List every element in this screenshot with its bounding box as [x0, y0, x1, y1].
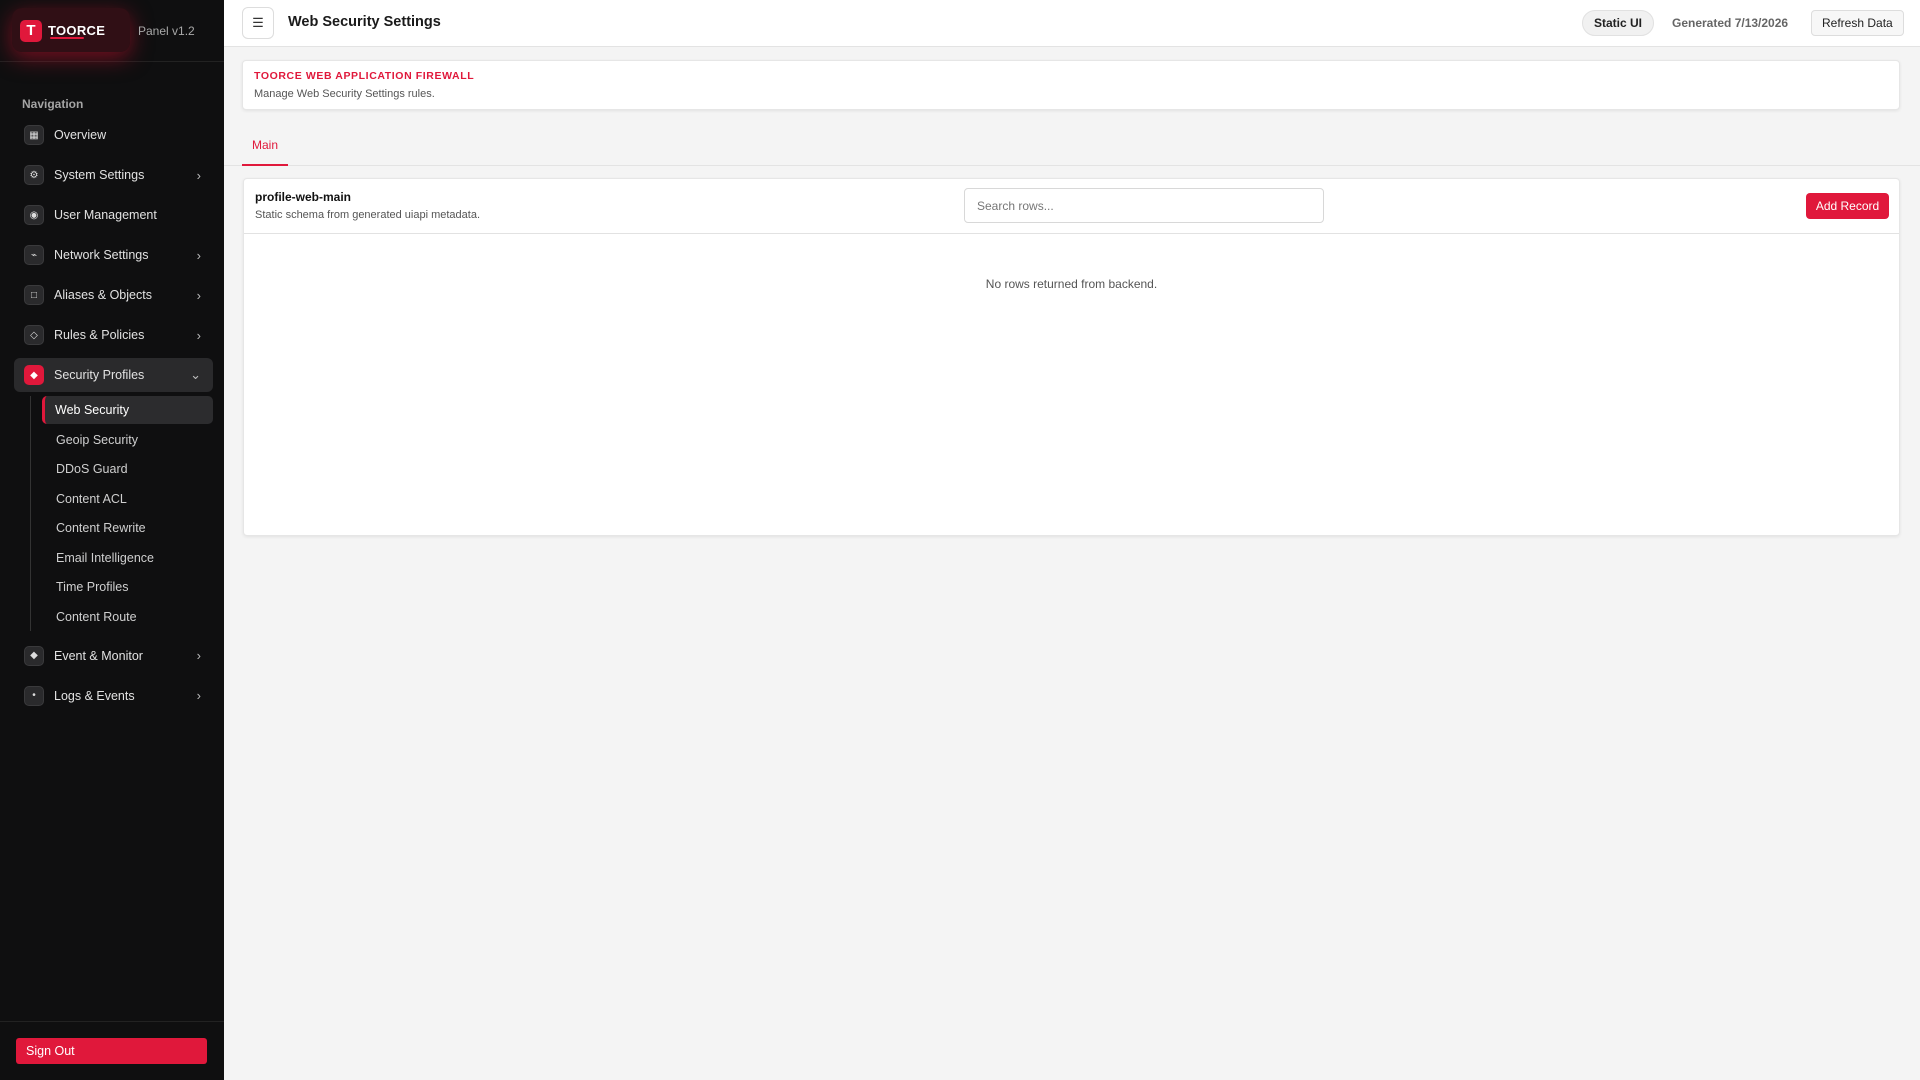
- sidebar-item-label: Aliases & Objects: [54, 288, 152, 302]
- schema-description: Static schema from generated uiapi metad…: [255, 209, 481, 221]
- chevron-right-icon: ›: [196, 167, 201, 183]
- chevron-right-icon: ›: [196, 327, 201, 343]
- security-profiles-subnav: Web Security Geoip Security DDoS Guard C…: [30, 396, 213, 631]
- add-record-button[interactable]: Add Record: [1806, 193, 1889, 219]
- subnav-item-content-acl[interactable]: Content ACL: [43, 485, 213, 513]
- sidebar-item-system-settings[interactable]: ⚙ System Settings ›: [14, 158, 213, 192]
- brand: T TOORCE Panel v1.2: [0, 0, 224, 62]
- section-kicker: TOORCE WEB APPLICATION FIREWALL: [254, 70, 475, 82]
- grid-icon: ▦: [24, 125, 44, 145]
- sign-out-button[interactable]: Sign Out: [16, 1038, 207, 1064]
- sidebar-item-network-settings[interactable]: ⌁ Network Settings ›: [14, 238, 213, 272]
- dot-icon: •: [24, 685, 44, 706]
- subnav-item-content-rewrite[interactable]: Content Rewrite: [43, 514, 213, 542]
- square-icon: □: [24, 285, 44, 305]
- generated-timestamp: Generated 7/13/2026: [1672, 16, 1789, 30]
- page-title: Web Security Settings: [288, 14, 441, 30]
- sidebar-nav: ▦ Overview ⚙ System Settings › ◉ User Ma…: [14, 118, 213, 719]
- gear-icon: ⚙: [24, 165, 44, 185]
- diamond-outline-icon: ◇: [24, 325, 44, 345]
- sidebar-item-label: Overview: [54, 128, 107, 142]
- menu-toggle-button[interactable]: ☰: [242, 7, 274, 39]
- subnav-item-time-profiles[interactable]: Time Profiles: [43, 573, 213, 601]
- sidebar: T TOORCE Panel v1.2 Navigation ▦ Overvie…: [0, 0, 224, 1080]
- user-icon: ◉: [24, 205, 44, 225]
- panel-version: Panel v1.2: [138, 23, 195, 38]
- network-icon: ⌁: [24, 245, 44, 265]
- records-table-card: profile-web-main Static schema from gene…: [243, 178, 1900, 536]
- sidebar-item-label: System Settings: [54, 168, 145, 182]
- chevron-right-icon: ›: [196, 688, 201, 703]
- sidebar-item-overview[interactable]: ▦ Overview: [14, 118, 213, 152]
- sidebar-item-label: Logs & Events: [54, 688, 135, 703]
- status-badge: Static UI: [1582, 10, 1655, 36]
- tab-bar: Main: [224, 126, 1920, 166]
- logo-icon: T: [20, 19, 42, 42]
- chevron-right-icon: ›: [196, 247, 201, 263]
- subnav-item-web-security[interactable]: Web Security: [42, 396, 213, 424]
- schema-name: profile-web-main: [255, 190, 352, 204]
- sidebar-item-user-management[interactable]: ◉ User Management: [14, 198, 213, 232]
- topbar: ☰ Web Security Settings Static UI Genera…: [224, 0, 1920, 47]
- tab-main[interactable]: Main: [242, 126, 289, 166]
- sidebar-item-rules-policies[interactable]: ◇ Rules & Policies ›: [14, 318, 213, 352]
- brand-underline: [50, 37, 84, 39]
- section-header-card: TOORCE WEB APPLICATION FIREWALL Manage W…: [242, 60, 1900, 110]
- subnav-item-geoip-security[interactable]: Geoip Security: [43, 426, 213, 454]
- subnav-item-ddos-guard[interactable]: DDoS Guard: [43, 455, 213, 483]
- brand-name: TOORCE: [48, 23, 106, 38]
- sidebar-item-aliases-objects[interactable]: □ Aliases & Objects ›: [14, 278, 213, 312]
- shield-icon: ◆: [24, 365, 44, 385]
- sidebar-divider: [0, 1021, 224, 1022]
- nav-heading: Navigation: [22, 97, 84, 111]
- sidebar-item-label: Rules & Policies: [54, 328, 145, 342]
- table-header: profile-web-main Static schema from gene…: [244, 179, 1899, 234]
- sidebar-item-label: User Management: [54, 208, 157, 222]
- search-input[interactable]: [964, 188, 1324, 223]
- sidebar-item-event-monitor[interactable]: ◆ Event & Monitor ›: [14, 639, 213, 673]
- sidebar-item-label: Network Settings: [54, 248, 149, 262]
- chevron-down-icon: ⌄: [190, 367, 201, 382]
- refresh-data-button[interactable]: Refresh Data: [1811, 10, 1904, 36]
- subnav-item-email-intelligence[interactable]: Email Intelligence: [43, 544, 213, 572]
- subnav-item-content-route[interactable]: Content Route: [43, 603, 213, 631]
- sidebar-item-label: Event & Monitor: [54, 648, 143, 663]
- hamburger-icon: ☰: [252, 15, 264, 30]
- sidebar-item-logs-events[interactable]: • Logs & Events ›: [14, 679, 213, 713]
- diamond-icon: ◆: [24, 645, 44, 666]
- sidebar-item-label: Security Profiles: [54, 368, 145, 382]
- empty-state-message: No rows returned from backend.: [985, 277, 1158, 291]
- chevron-right-icon: ›: [196, 648, 201, 663]
- chevron-right-icon: ›: [196, 287, 201, 303]
- sidebar-item-security-profiles[interactable]: ◆ Security Profiles ⌄: [14, 358, 213, 392]
- section-description: Manage Web Security Settings rules.: [254, 88, 435, 100]
